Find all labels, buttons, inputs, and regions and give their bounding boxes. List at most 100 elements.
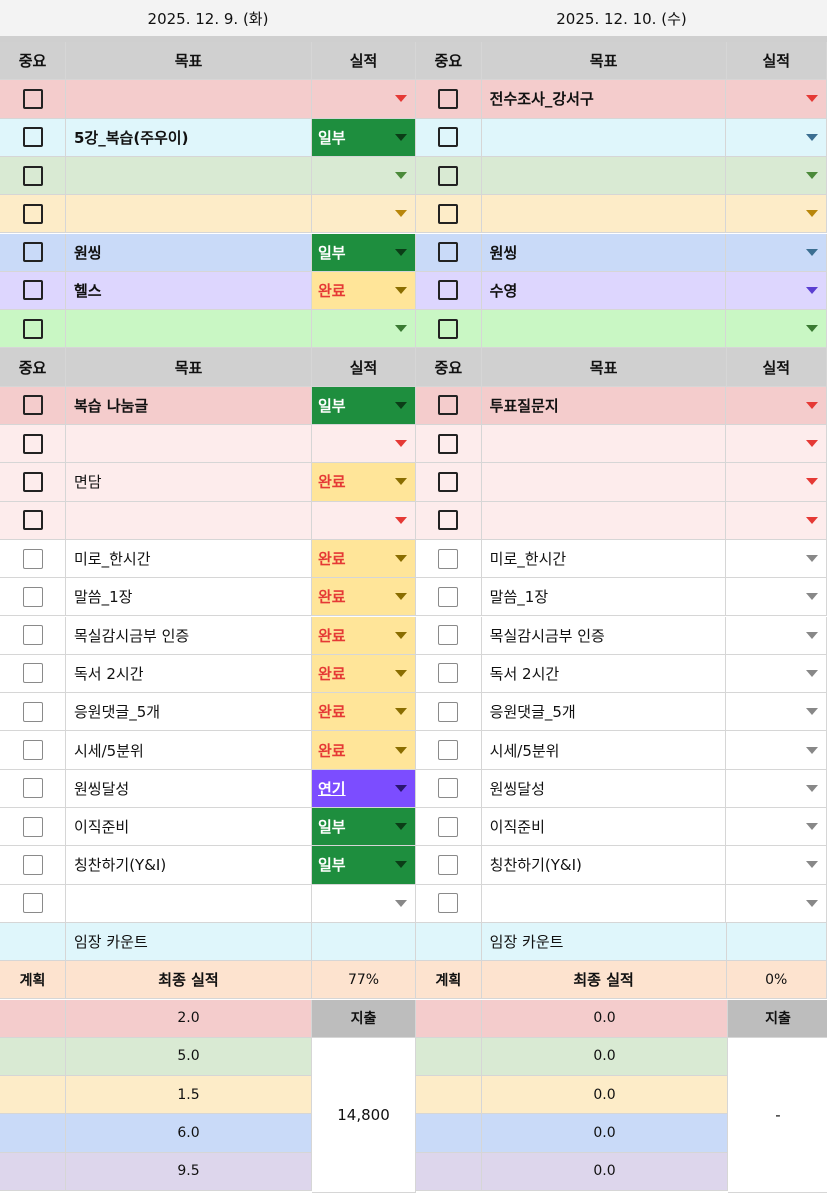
result-dropdown[interactable]: [726, 654, 827, 694]
importance-checkbox[interactable]: [438, 395, 459, 416]
goal-text[interactable]: 시세/5분위: [481, 731, 727, 770]
importance-checkbox[interactable]: [438, 88, 459, 109]
result-dropdown[interactable]: 일부: [312, 386, 416, 425]
importance-checkbox[interactable]: [22, 127, 43, 148]
importance-checkbox[interactable]: [22, 893, 43, 914]
importance-checkbox[interactable]: [438, 433, 459, 454]
goal-text[interactable]: 말씀_1장: [66, 578, 312, 617]
importance-checkbox[interactable]: [22, 778, 43, 799]
importance-checkbox[interactable]: [22, 471, 43, 492]
importance-checkbox[interactable]: [438, 701, 459, 722]
goal-text[interactable]: [66, 425, 312, 464]
result-dropdown[interactable]: [726, 386, 827, 425]
result-dropdown[interactable]: [312, 80, 416, 119]
result-dropdown[interactable]: [726, 425, 827, 464]
goal-text[interactable]: 원씽달성: [481, 769, 727, 808]
goal-text[interactable]: [66, 80, 312, 119]
result-dropdown[interactable]: 일부: [312, 846, 416, 885]
goal-text[interactable]: 칭찬하기(Y&I): [66, 846, 312, 885]
result-dropdown[interactable]: 완료: [312, 271, 416, 311]
importance-checkbox[interactable]: [22, 816, 43, 837]
importance-checkbox[interactable]: [22, 433, 43, 454]
result-dropdown[interactable]: [726, 846, 827, 885]
goal-text[interactable]: 수영: [481, 271, 727, 311]
result-dropdown[interactable]: [726, 463, 827, 502]
result-dropdown[interactable]: [726, 616, 827, 655]
importance-checkbox[interactable]: [438, 816, 459, 837]
importance-checkbox[interactable]: [438, 203, 459, 224]
goal-text[interactable]: 응원댓글_5개: [481, 693, 727, 732]
result-dropdown[interactable]: [726, 769, 827, 808]
goal-text[interactable]: 이직준비: [481, 808, 727, 847]
importance-checkbox[interactable]: [22, 203, 43, 224]
result-dropdown[interactable]: [312, 884, 416, 923]
goal-text[interactable]: 원씽: [66, 233, 312, 272]
date-header-left[interactable]: 2025. 12. 9. (화): [0, 0, 417, 36]
goal-text[interactable]: [66, 195, 312, 234]
goal-text[interactable]: [66, 310, 312, 349]
expense-value[interactable]: 14,800: [312, 1037, 416, 1193]
goal-text[interactable]: [481, 463, 727, 502]
goal-text[interactable]: [481, 156, 727, 196]
result-dropdown[interactable]: [726, 80, 827, 119]
goal-text[interactable]: 시세/5분위: [66, 731, 312, 770]
imjang-value[interactable]: [726, 922, 827, 962]
goal-text[interactable]: 헬스: [66, 271, 312, 311]
result-dropdown[interactable]: [312, 501, 416, 540]
importance-checkbox[interactable]: [438, 280, 459, 301]
importance-checkbox[interactable]: [438, 165, 459, 186]
result-dropdown[interactable]: [726, 884, 827, 923]
result-dropdown[interactable]: [312, 310, 416, 349]
goal-text[interactable]: 미로_한시간: [66, 539, 312, 579]
goal-text[interactable]: [481, 118, 727, 157]
result-dropdown[interactable]: 완료: [312, 578, 416, 617]
result-dropdown[interactable]: [312, 425, 416, 464]
result-dropdown[interactable]: 일부: [312, 118, 416, 157]
importance-checkbox[interactable]: [22, 586, 43, 607]
result-dropdown[interactable]: 완료: [312, 463, 416, 502]
importance-checkbox[interactable]: [438, 318, 459, 339]
importance-checkbox[interactable]: [438, 854, 459, 875]
goal-text[interactable]: [481, 425, 727, 464]
importance-checkbox[interactable]: [438, 625, 459, 646]
goal-text[interactable]: [66, 156, 312, 196]
importance-checkbox[interactable]: [438, 778, 459, 799]
goal-text[interactable]: 말씀_1장: [481, 578, 727, 617]
importance-checkbox[interactable]: [22, 701, 43, 722]
result-dropdown[interactable]: [726, 731, 827, 770]
goal-text[interactable]: 면담: [66, 463, 312, 502]
goal-text[interactable]: [481, 884, 727, 923]
goal-text[interactable]: [481, 310, 727, 349]
goal-text[interactable]: [66, 884, 312, 923]
result-dropdown[interactable]: [726, 195, 827, 234]
importance-checkbox[interactable]: [22, 395, 43, 416]
result-dropdown[interactable]: [726, 501, 827, 540]
importance-checkbox[interactable]: [22, 854, 43, 875]
goal-text[interactable]: [66, 501, 312, 540]
goal-text[interactable]: 독서 2시간: [481, 654, 727, 694]
result-dropdown[interactable]: [726, 693, 827, 732]
result-dropdown[interactable]: [726, 808, 827, 847]
goal-text[interactable]: 이직준비: [66, 808, 312, 847]
importance-checkbox[interactable]: [22, 625, 43, 646]
goal-text[interactable]: 5강_복습(주우이): [66, 118, 312, 157]
goal-text[interactable]: 독서 2시간: [66, 654, 312, 694]
result-dropdown[interactable]: [726, 118, 827, 157]
result-dropdown[interactable]: [726, 156, 827, 196]
result-dropdown[interactable]: [726, 310, 827, 349]
goal-text[interactable]: 미로_한시간: [481, 539, 727, 579]
importance-checkbox[interactable]: [22, 548, 43, 569]
importance-checkbox[interactable]: [22, 88, 43, 109]
importance-checkbox[interactable]: [22, 510, 43, 531]
importance-checkbox[interactable]: [438, 127, 459, 148]
importance-checkbox[interactable]: [438, 471, 459, 492]
importance-checkbox[interactable]: [22, 165, 43, 186]
importance-checkbox[interactable]: [438, 548, 459, 569]
goal-text[interactable]: 전수조사_강서구: [481, 80, 727, 119]
result-dropdown[interactable]: 완료: [312, 539, 416, 579]
goal-text[interactable]: 투표질문지: [481, 386, 727, 425]
goal-text[interactable]: 칭찬하기(Y&I): [481, 846, 727, 885]
importance-checkbox[interactable]: [438, 510, 459, 531]
result-dropdown[interactable]: [312, 156, 416, 196]
importance-checkbox[interactable]: [22, 663, 43, 684]
